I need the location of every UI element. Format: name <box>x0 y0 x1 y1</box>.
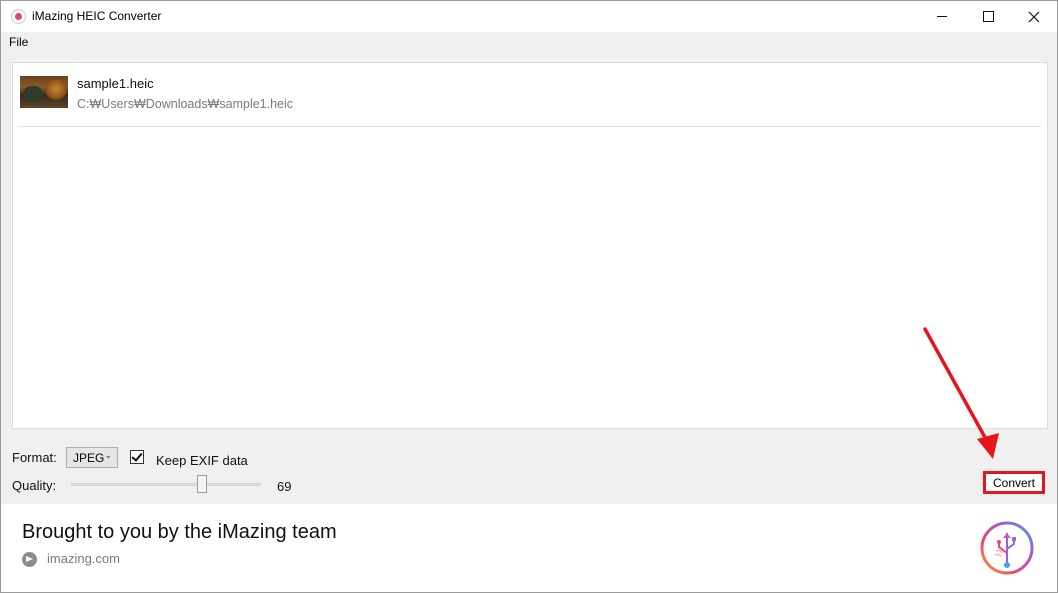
file-list[interactable]: sample1.heic C:₩Users₩Downloads₩sample1.… <box>12 62 1048 429</box>
app-icon <box>11 9 26 24</box>
file-thumbnail <box>20 76 68 108</box>
format-select[interactable]: JPEG ⌄ <box>66 447 118 468</box>
imazing-logo[interactable] <box>980 521 1034 575</box>
format-label: Format: <box>12 450 57 465</box>
maximize-icon <box>982 11 994 22</box>
menu-bar: File <box>1 32 1057 52</box>
minimize-icon <box>937 16 947 17</box>
close-icon <box>1028 11 1040 22</box>
menu-file[interactable]: File <box>9 35 28 49</box>
file-path: C:₩Users₩Downloads₩sample1.heic <box>77 97 294 111</box>
app-window: iMazing HEIC Converter File sample1.heic… <box>0 0 1058 593</box>
maximize-button[interactable] <box>965 1 1011 32</box>
promo-text: Brought to you by the iMazing team <box>22 521 337 543</box>
window-title: iMazing HEIC Converter <box>32 9 162 23</box>
checkmark-icon <box>131 450 143 462</box>
chevron-down-icon: ⌄ <box>104 450 112 460</box>
minimize-button[interactable] <box>919 1 965 32</box>
convert-button[interactable]: Convert <box>983 471 1045 494</box>
annotation-arrow <box>923 327 999 459</box>
file-name: sample1.heic <box>77 76 154 91</box>
quality-label: Quality: <box>12 478 57 493</box>
title-bar: iMazing HEIC Converter <box>1 1 1057 32</box>
arrow-right-circle-icon[interactable] <box>22 552 37 567</box>
footer-banner: Brought to you by the iMazing team imazi… <box>1 504 1057 592</box>
row-divider <box>19 126 1041 127</box>
quality-value: 69 <box>277 479 292 494</box>
close-button[interactable] <box>1011 1 1057 32</box>
imazing-link[interactable]: imazing.com <box>47 551 120 566</box>
quality-slider-track[interactable] <box>71 483 261 486</box>
quality-slider-thumb[interactable] <box>197 475 208 493</box>
format-select-value: JPEG <box>73 451 105 465</box>
keep-exif-label[interactable]: Keep EXIF data <box>156 453 248 468</box>
keep-exif-checkbox[interactable] <box>130 450 144 464</box>
file-list-item[interactable]: sample1.heic C:₩Users₩Downloads₩sample1.… <box>13 63 1041 127</box>
